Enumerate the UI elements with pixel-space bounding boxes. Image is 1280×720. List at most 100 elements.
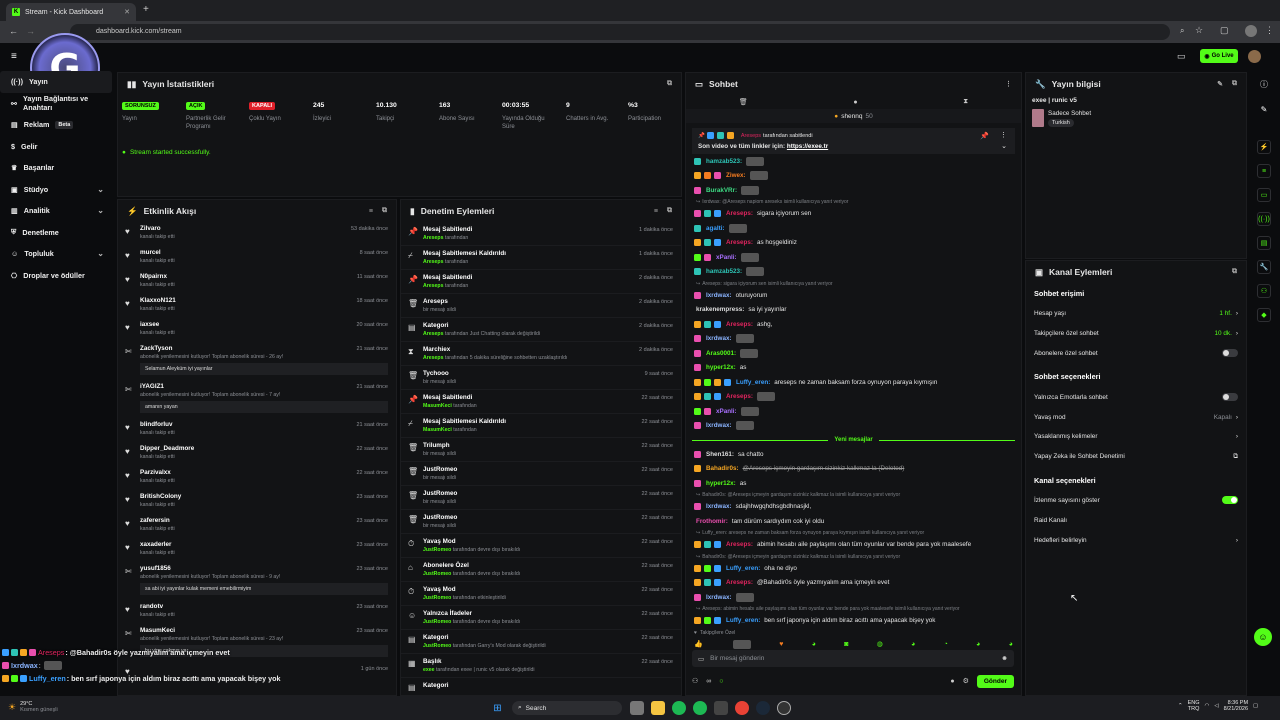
chat-username[interactable]: agalti: [706,225,725,232]
moderation-actor[interactable]: Areseps [423,235,443,241]
taskbar-search[interactable]: ⌕ Search [512,701,622,715]
chat-username[interactable]: Areseps: [726,321,753,328]
chat-username[interactable]: Ziwex: [726,172,746,179]
edit-icon[interactable]: ✎ [1217,80,1223,88]
user-avatar[interactable] [1248,50,1261,63]
rail-list-icon[interactable]: ≡ [1257,164,1271,178]
info-icon[interactable]: ⓘ [1257,77,1271,91]
chat-username[interactable]: Ixrdwax: [706,292,732,299]
setting-row[interactable]: Yalnızca Emotlarla sohbet [1026,387,1246,407]
setting-row[interactable]: İzlenme sayısını göster [1026,491,1246,511]
emote-8-icon[interactable]: ◔ [944,641,948,648]
chat-username[interactable]: Ixrdwax: [706,503,732,510]
emote-9-icon[interactable]: ◕ [976,641,980,648]
go-live-button[interactable]: ◉ Go Live [1200,49,1238,63]
zoom-icon[interactable]: ⌕ [1180,26,1184,36]
people-icon[interactable]: ⚇ [692,677,698,685]
moderation-actor[interactable]: JustRomeo [423,595,451,601]
profile-icon[interactable] [1245,25,1257,37]
pinned-link[interactable]: https://exee.tr [787,143,828,150]
setting-row[interactable]: Yavaş mod Kapalı › [1026,407,1246,427]
chat-username[interactable]: Frothomir: [696,518,728,525]
chat-username[interactable]: Areseps: [726,210,753,217]
chat-menu-icon[interactable]: ⋮ [1005,80,1012,88]
filter-icon[interactable]: ≡ [369,208,373,215]
moderation-actor[interactable]: JustRomeo [423,619,451,625]
popout-icon[interactable]: ⧉ [382,207,387,215]
popout-icon[interactable]: ⧉ [667,207,672,215]
emoji-icon[interactable]: ☻ [1001,655,1008,662]
chat-username[interactable]: xPanli: [716,408,737,415]
sidebar-item-community[interactable]: ☺ Topluluk ⌄ [0,243,116,265]
help-button[interactable]: ☺ [1254,628,1272,646]
chat-username[interactable]: Areseps: [726,579,753,586]
rail-lightning-icon[interactable]: ⚡ [1257,140,1271,154]
sidebar-item-stream-key[interactable]: ⚯ Yayın Bağlantısı ve Anahtarı [0,93,116,115]
chat-username[interactable]: Areseps: [726,541,753,548]
chat-username[interactable]: Bahadir0s: [706,465,739,472]
setting-row[interactable]: Hedefleri belirleyin › [1026,530,1246,550]
popout-icon[interactable]: ⧉ [1232,80,1237,88]
extensions-icon[interactable]: ▢ [1220,25,1229,36]
setting-row[interactable]: Yapay Zeka ile Sohbet Denetimi ⧉ [1026,447,1246,467]
filter-icon[interactable]: ≡ [654,208,658,215]
settings-icon[interactable]: ⚙ [963,677,969,685]
emote-6-icon[interactable]: ◍ [877,640,883,648]
activity-username[interactable]: murcel [140,246,396,256]
app-green-icon[interactable] [671,701,686,715]
chat-username[interactable]: hyper12x: [706,480,736,487]
popout-icon[interactable]: ⧉ [1232,268,1237,276]
chat-username[interactable]: hyper12x: [706,364,736,371]
chat-username[interactable]: Ixrdwax: [706,422,732,429]
emote-2-icon[interactable] [733,639,751,649]
rail-stream-icon[interactable]: ((·)) [1257,212,1271,226]
toggle-switch[interactable] [1222,496,1238,505]
chat-input[interactable]: ▭ Bir mesaj gönderin ☻ [692,650,1014,667]
toggle-switch[interactable] [1222,393,1238,402]
hourglass-icon[interactable]: ⧗ [963,98,968,106]
chat-username[interactable]: Shen161: [706,451,734,458]
new-tab-icon[interactable]: + [143,4,149,15]
setting-row[interactable]: Yasaklanmış kelimeler › [1026,427,1246,447]
hamburger-icon[interactable]: ≡ [11,51,17,62]
emote-5-icon[interactable]: ◙ [844,641,848,648]
chat-username[interactable]: Areseps: [726,393,753,400]
moderation-actor[interactable]: Areseps [423,283,443,289]
terminal-icon[interactable] [713,701,728,715]
browser-tab[interactable]: K Stream - Kick Dashboard ✕ [6,3,136,21]
moderation-actor[interactable]: Areseps [423,355,443,361]
toggle-switch[interactable] [1222,349,1238,358]
moderation-actor[interactable]: exee [423,667,435,673]
sidebar-item-studio[interactable]: ▣ Stüdyo ⌄ [0,179,116,201]
moderation-actor[interactable]: Areseps [423,259,443,265]
sidebar-item-analytics[interactable]: ▥ Analitik ⌄ [0,200,116,222]
emote-4-icon[interactable]: ◕ [812,641,816,648]
notification-icon[interactable]: ▢ [1253,703,1258,709]
infinity-icon[interactable]: ∞ [706,678,711,685]
rail-diamond-icon[interactable]: ◆ [1257,308,1271,322]
sidebar-item-moderation[interactable]: ⛨ Denetleme [0,222,116,244]
moderation-actor[interactable]: MasumKeci [423,427,452,433]
forward-icon[interactable]: → [26,26,35,36]
popout-icon[interactable]: ⧉ [667,80,672,88]
send-button[interactable]: Gönder [976,674,1014,688]
task-view-icon[interactable] [629,701,644,715]
pencil-icon[interactable]: ✎ [1257,102,1271,116]
back-icon[interactable]: ← [9,26,18,36]
windows-start-icon[interactable]: ⊞ [491,701,505,715]
moderation-actor[interactable]: JustRomeo [423,571,451,577]
chat-username[interactable]: hamzab523: [706,268,742,275]
moderation-actor[interactable]: JustRomeo [423,547,451,553]
chat-username[interactable]: krakenempress: [696,306,744,313]
emote-7-icon[interactable]: ◕ [911,641,915,648]
chrome-icon[interactable] [734,701,749,715]
sidebar-item-stream[interactable]: ((·)) Yayın [0,71,112,93]
emote-1-icon[interactable]: 👍 [694,640,703,648]
spotify-icon[interactable] [692,701,707,715]
chat-username[interactable]: Luffy_eren: [726,617,760,624]
emote-10-icon[interactable]: ◕ [1009,641,1013,648]
chat-username[interactable]: hamzab523: [706,158,742,165]
sidebar-item-revenue[interactable]: $ Gelir [0,136,116,158]
wifi-icon[interactable]: ◠ [1205,703,1210,709]
close-tab-icon[interactable]: ✕ [124,8,130,16]
